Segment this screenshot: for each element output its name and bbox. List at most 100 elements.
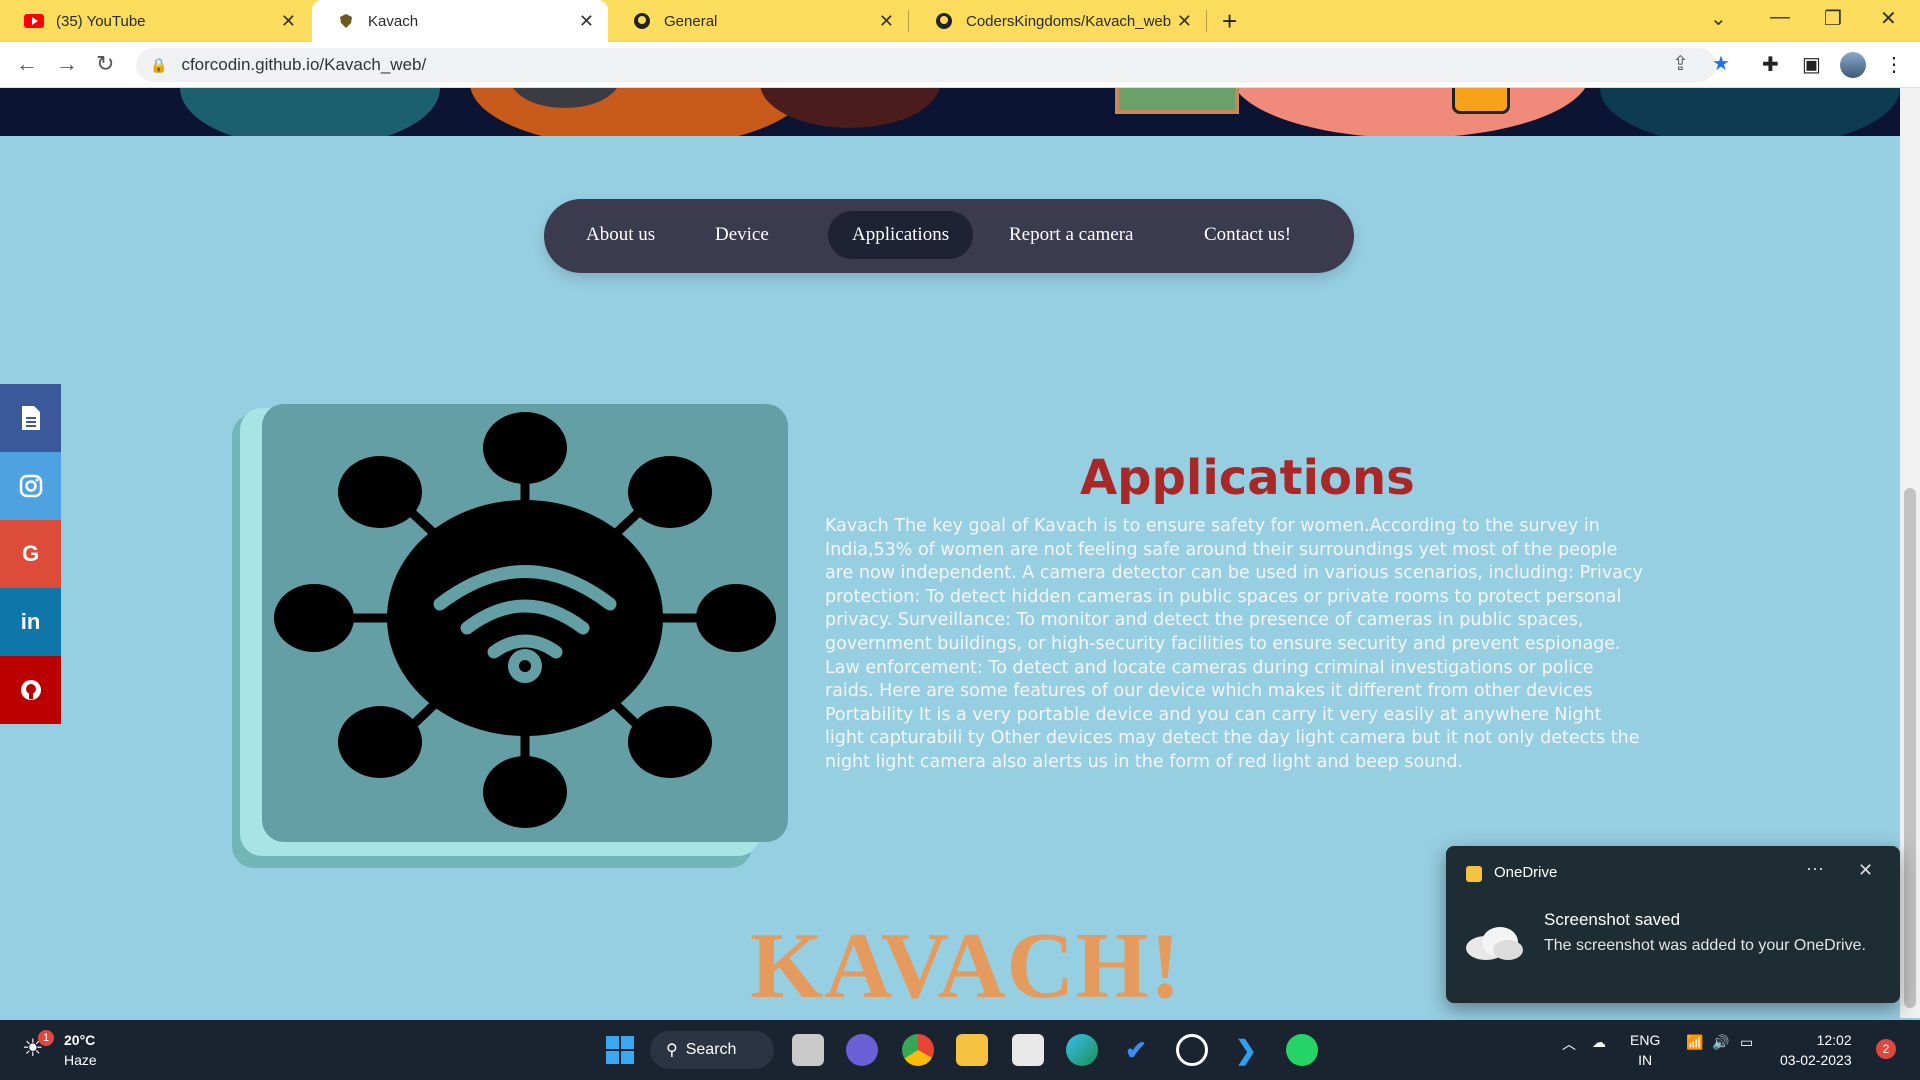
instagram-icon	[19, 474, 42, 498]
restore-button[interactable]: ❐	[1824, 6, 1842, 31]
google-icon: G	[21, 541, 40, 566]
tab-title: CodersKingdoms/Kavach_web	[966, 12, 1172, 30]
main-nav: About us Device Applications Report a ca…	[544, 199, 1354, 273]
search-label: Search	[685, 1041, 737, 1058]
applications-image-card	[232, 404, 788, 872]
tab-kavach[interactable]: Kavach ✕	[312, 0, 608, 42]
section-title: Applications	[1080, 450, 1415, 506]
tab-separator	[1206, 10, 1207, 32]
social-instagram-link[interactable]	[0, 452, 61, 520]
toast-app-name: OneDrive	[1494, 864, 1558, 881]
section-body: Kavach The key goal of Kavach is to ensu…	[825, 516, 1643, 772]
nav-applications[interactable]: Applications	[828, 211, 974, 259]
tab-strip: (35) YouTube ✕ Kavach ✕ General ✕ Coders…	[0, 0, 1920, 42]
bookmark-star-icon[interactable]: ★	[1712, 51, 1730, 76]
chat-icon[interactable]	[846, 1034, 878, 1066]
vscode-icon[interactable]: ❯	[1230, 1034, 1262, 1066]
forward-icon[interactable]: →	[56, 51, 78, 77]
app-icon[interactable]	[1176, 1034, 1208, 1066]
windows-taskbar: ☀ 1 20°C Haze ⚲ Search ✔ ❯ ︿ ☁ ENG IN 📶 …	[0, 1020, 1920, 1080]
hero-cup	[1452, 88, 1510, 114]
github-icon	[632, 11, 652, 31]
weather-badge: 1	[38, 1030, 54, 1046]
scrollbar-thumb[interactable]	[1904, 488, 1916, 1008]
toast-heading: Screenshot saved	[1544, 910, 1681, 929]
share-icon[interactable]: ⇪	[1672, 51, 1689, 76]
hero-banner-bottom	[0, 88, 1900, 136]
close-icon[interactable]: ✕	[1858, 860, 1873, 881]
weather-temp: 20°C	[64, 1032, 96, 1048]
new-tab-button[interactable]: +	[1222, 6, 1237, 37]
social-document-link[interactable]	[0, 384, 61, 452]
notification-badge[interactable]: 2	[1876, 1039, 1896, 1059]
back-icon[interactable]: ←	[16, 51, 38, 77]
whatsapp-icon[interactable]	[1286, 1034, 1318, 1066]
lang-label: ENG	[1630, 1032, 1661, 1048]
search-icon: ⚲	[666, 1042, 678, 1059]
todo-check-icon[interactable]: ✔	[1120, 1034, 1152, 1066]
extensions-icon[interactable]: ✚	[1762, 52, 1779, 77]
hero-shape	[1230, 88, 1590, 136]
toast-message: The screenshot was added to your OneDriv…	[1544, 937, 1866, 954]
file-explorer-icon[interactable]	[956, 1034, 988, 1066]
language-indicator[interactable]: ENG IN	[1630, 1030, 1660, 1070]
nav-contact-us[interactable]: Contact us!	[1180, 211, 1315, 259]
url-field[interactable]: 🔒 cforcodin.github.io/Kavach_web/	[136, 48, 1716, 82]
side-panel-icon[interactable]: ▣	[1802, 52, 1821, 77]
tab-title: (35) YouTube	[56, 12, 146, 30]
battery-icon[interactable]: ▭	[1740, 1034, 1753, 1051]
microsoft-store-icon[interactable]	[1012, 1034, 1044, 1066]
minimize-button[interactable]: —	[1770, 6, 1790, 29]
wifi-icon[interactable]: 📶	[1686, 1034, 1703, 1051]
tab-separator	[908, 10, 909, 32]
close-window-button[interactable]: ✕	[1880, 6, 1897, 31]
hero-shape	[180, 88, 440, 136]
nav-report-camera[interactable]: Report a camera	[985, 211, 1157, 259]
close-icon[interactable]: ✕	[281, 11, 296, 32]
brand-heading: KAVACH!	[750, 914, 1182, 1018]
menu-kebab-icon[interactable]: ⋮	[1884, 52, 1904, 77]
tab-github-repo[interactable]: CodersKingdoms/Kavach_web ✕	[910, 0, 1206, 42]
close-icon[interactable]: ✕	[879, 11, 894, 32]
github-icon	[20, 680, 41, 700]
onedrive-tray-icon[interactable]: ☁	[1592, 1034, 1606, 1051]
tab-title: Kavach	[368, 12, 419, 30]
network-wifi-icon	[274, 412, 776, 828]
region-label: IN	[1638, 1052, 1653, 1068]
hero-frame	[1115, 88, 1239, 114]
close-icon[interactable]: ✕	[1177, 11, 1192, 32]
taskbar-search[interactable]: ⚲ Search	[650, 1031, 774, 1069]
volume-icon[interactable]: 🔊	[1712, 1034, 1729, 1051]
card-face	[262, 404, 788, 842]
onedrive-icon	[1466, 866, 1482, 882]
nav-about-us[interactable]: About us	[562, 211, 679, 259]
tray-overflow-icon[interactable]: ︿	[1562, 1034, 1576, 1054]
clock[interactable]: 12:02 03-02-2023	[1780, 1030, 1852, 1070]
cloud-icon	[1466, 927, 1523, 960]
social-google-link[interactable]: G	[0, 520, 61, 588]
windows-start-icon[interactable]	[604, 1034, 636, 1066]
url-text: cforcodin.github.io/Kavach_web/	[181, 55, 427, 74]
profile-avatar[interactable]	[1840, 52, 1866, 78]
edge-icon[interactable]	[1066, 1034, 1098, 1066]
close-icon[interactable]: ✕	[579, 11, 594, 32]
reload-icon[interactable]: ↻	[96, 51, 114, 77]
youtube-icon	[24, 11, 44, 31]
date: 03-02-2023	[1780, 1052, 1852, 1068]
weather-desc: Haze	[64, 1052, 97, 1068]
tab-youtube[interactable]: (35) YouTube ✕	[0, 0, 310, 42]
chrome-icon[interactable]	[902, 1034, 934, 1066]
social-linkedin-link[interactable]: in	[0, 588, 61, 656]
address-bar-row: ← → ↻ 🔒 cforcodin.github.io/Kavach_web/ …	[0, 42, 1920, 88]
onedrive-notification[interactable]: OneDrive ··· ✕ Screenshot saved The scre…	[1446, 846, 1900, 1003]
nav-device[interactable]: Device	[691, 211, 793, 259]
linkedin-icon: in	[20, 609, 41, 634]
more-options-icon[interactable]: ···	[1806, 858, 1824, 879]
hero-shape	[1600, 88, 1900, 136]
social-github-link[interactable]	[0, 656, 61, 724]
page-scrollbar[interactable]	[1900, 88, 1920, 1018]
tab-general[interactable]: General ✕	[608, 0, 908, 42]
lock-icon: 🔒	[150, 56, 168, 73]
tab-search-icon[interactable]: ⌄	[1710, 6, 1727, 31]
task-view-icon[interactable]	[792, 1034, 824, 1066]
